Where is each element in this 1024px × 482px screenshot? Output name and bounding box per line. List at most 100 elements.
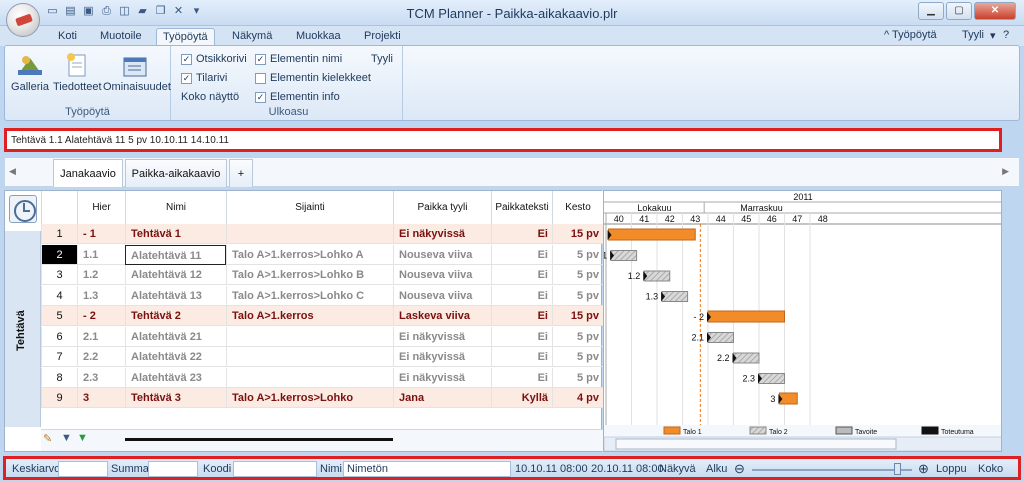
table-cell-name[interactable]: Alatehtävä 22 [125,347,226,367]
table-row[interactable]: 7 2.2 Alatehtävä 22 Ei näkyvissä Ei 5 pv [41,347,603,367]
table-cell-text[interactable]: Ei [491,367,552,388]
sort-icon[interactable]: ▼ [77,432,88,444]
table-cell-style[interactable]: Ei näkyvissä [393,326,491,347]
table-cell-text[interactable]: Ei [491,244,552,265]
table-cell-text[interactable]: Ei [491,285,552,306]
table-row[interactable]: 8 2.3 Alatehtävä 23 Ei näkyvissä Ei 5 pv [41,367,603,388]
table-cell-hier[interactable]: 1.3 [77,285,125,306]
clock-icon[interactable] [9,195,37,223]
table-cell-text[interactable]: Ei [491,306,552,326]
table-cell-loc[interactable] [226,224,393,244]
properties-button[interactable]: Ominaisuudet [103,52,171,93]
table-cell-loc[interactable]: Talo A>1.kerros>Lohko B [226,265,393,285]
element-info-checkbox[interactable]: ✓ Elementin info [255,91,340,103]
scroll-left-icon[interactable]: ◀ [9,166,16,177]
tab-muokkaa[interactable]: Muokkaa [290,28,347,46]
table-cell-style[interactable]: Jana [393,388,491,408]
tab-paikka-aikakaavio[interactable]: Paikka-aikakaavio [125,159,227,187]
table-cell-text[interactable]: Ei [491,224,552,244]
table-cell-text[interactable]: Ei [491,326,552,347]
table-cell-name[interactable]: Alatehtävä 13 [125,285,226,306]
table-cell-hier[interactable]: 1.1 [77,244,125,265]
table-cell-n[interactable]: 3 [41,265,77,285]
table-cell-hier[interactable]: 1.2 [77,265,125,285]
table-cell-name[interactable]: Alatehtävä 11 [125,244,226,265]
column-header-name[interactable]: Nimi [125,191,226,224]
help-icon[interactable]: ? [1003,29,1009,41]
table-row[interactable]: 2 1.1 Alatehtävä 11 Talo A>1.kerros>Lohko A… [41,244,603,265]
tab-nakyma[interactable]: Näkymä [226,28,278,46]
table-row[interactable]: 1- 1 Tehtävä 1 Ei näkyvissä Ei 15 pv [41,224,603,244]
column-header-location-style[interactable]: Paikka tyyli [393,191,491,224]
filter-icon[interactable]: ▼ [61,432,72,444]
zoom-out-icon[interactable]: ⊖ [734,461,745,477]
grid-horizontal-scrollbar[interactable] [125,438,393,441]
table-cell-text[interactable]: Ei [491,347,552,367]
table-row[interactable]: 5- 2 Tehtävä 2 Talo A>1.kerros Laskeva viiv… [41,306,603,326]
table-cell-loc[interactable] [226,367,393,388]
table-cell-n[interactable]: 9 [41,388,77,408]
table-cell-name[interactable]: Tehtävä 3 [125,388,226,408]
table-cell-style[interactable]: Ei näkyvissä [393,347,491,367]
table-cell-loc[interactable]: Talo A>1.kerros>Lohko [226,388,393,408]
gallery-button[interactable]: Galleria [11,52,49,93]
header-row-checkbox[interactable]: ✓ Otsikkorivi [181,53,247,65]
zoom-slider-thumb[interactable] [894,463,901,475]
table-cell-hier[interactable]: - 1 [77,224,125,244]
column-header-hier[interactable]: Hier [77,191,125,224]
table-cell-loc[interactable] [226,347,393,367]
minimize-button[interactable]: ▁ [918,2,944,20]
table-cell-n[interactable]: 4 [41,285,77,306]
palette-icon[interactable]: ✎ [43,432,52,445]
table-cell-n[interactable]: 5 [41,306,77,326]
table-cell-dur[interactable]: 4 pv [552,388,603,408]
column-header-location-text[interactable]: Paikkateksti [491,191,552,224]
table-row[interactable]: 4 1.3 Alatehtävä 13 Talo A>1.kerros>Lohko C… [41,285,603,306]
status-row-checkbox[interactable]: ✓ Tilarivi [181,72,227,84]
tab-koti[interactable]: Koti [52,28,83,46]
column-header-duration[interactable]: Kesto [552,191,603,224]
style-menu[interactable]: Tyyli [962,29,984,41]
close-button[interactable]: ✕ [974,2,1016,20]
workspace-menu[interactable]: ^ Työpöytä [884,29,937,41]
begin-label[interactable]: Alku [706,463,727,475]
table-cell-text[interactable]: Ei [491,265,552,285]
end-label[interactable]: Loppu [936,463,967,475]
table-cell-name[interactable]: Alatehtävä 12 [125,265,226,285]
table-cell-dur[interactable]: 5 pv [552,367,603,388]
table-cell-dur[interactable]: 5 pv [552,244,603,265]
table-row[interactable]: 9 3 Tehtävä 3 Talo A>1.kerros>Lohko Jana Kyll… [41,388,603,408]
zoom-in-icon[interactable]: ⊕ [918,461,929,477]
table-cell-loc[interactable] [226,326,393,347]
element-tabs-checkbox[interactable]: Elementin kielekkeet [255,72,371,84]
table-cell-n[interactable]: 8 [41,367,77,388]
table-cell-n[interactable]: 6 [41,326,77,347]
full-screen-button[interactable]: Koko näyttö [181,91,239,103]
table-cell-loc[interactable]: Talo A>1.kerros>Lohko A [226,244,393,265]
table-cell-n[interactable]: 1 [41,224,77,244]
table-cell-dur[interactable]: 5 pv [552,285,603,306]
table-row[interactable]: 3 1.2 Alatehtävä 12 Talo A>1.kerros>Lohko B… [41,265,603,285]
table-cell-hier[interactable]: 2.3 [77,367,125,388]
table-cell-style[interactable]: Nouseva viiva [393,285,491,306]
table-cell-loc[interactable]: Talo A>1.kerros [226,306,393,326]
table-cell-hier[interactable]: 3 [77,388,125,408]
table-cell-dur[interactable]: 5 pv [552,326,603,347]
tab-projekti[interactable]: Projekti [358,28,407,46]
table-cell-hier[interactable]: 2.2 [77,347,125,367]
table-cell-style[interactable]: Nouseva viiva [393,265,491,285]
table-cell-hier[interactable]: - 2 [77,306,125,326]
element-name-checkbox[interactable]: ✓ Elementin nimi [255,53,342,65]
table-cell-n[interactable]: 7 [41,347,77,367]
table-cell-name[interactable]: Alatehtävä 21 [125,326,226,347]
style-dropdown-icon[interactable]: ▾ [990,29,996,42]
table-cell-hier[interactable]: 2.1 [77,326,125,347]
maximize-button[interactable]: ▢ [946,2,972,20]
table-cell-dur[interactable]: 15 pv [552,224,603,244]
column-header-location[interactable]: Sijainti [226,191,393,224]
table-cell-n[interactable]: 2 [41,244,77,265]
table-cell-dur[interactable]: 5 pv [552,347,603,367]
notices-button[interactable]: Tiedotteet [53,52,102,93]
table-cell-style[interactable]: Ei näkyvissä [393,367,491,388]
tab-janakaavio[interactable]: Janakaavio [53,159,123,187]
